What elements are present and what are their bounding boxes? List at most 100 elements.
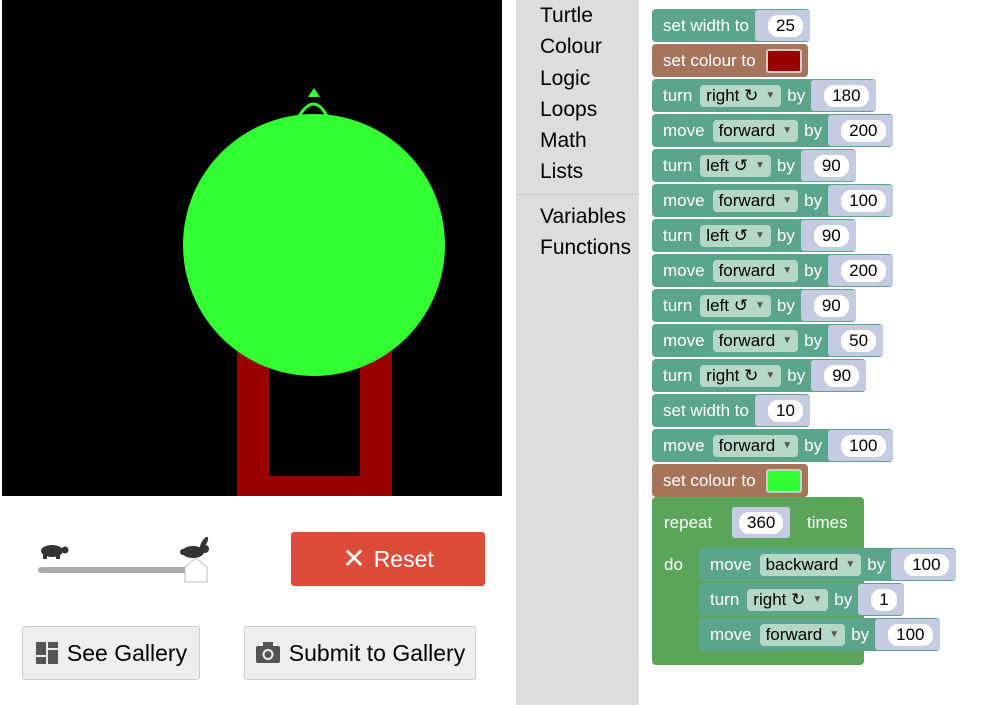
- toolbox: Turtle Colour Logic Loops Math Lists Var…: [516, 0, 639, 705]
- amount-input[interactable]: 1: [870, 587, 898, 612]
- direction-dropdown[interactable]: left ↺ ▼: [700, 294, 771, 317]
- blocks-workspace[interactable]: set width to 25 set colour to turn right ↻ ▼ b…: [639, 0, 995, 705]
- move-block[interactable]: move forward ▼ by 100: [652, 184, 893, 217]
- by-label: by: [804, 190, 823, 210]
- amount-input[interactable]: 90: [812, 293, 850, 318]
- turn-block[interactable]: turn left ↺ ▼ by 90: [652, 149, 856, 182]
- amount-slot: 180: [811, 80, 876, 111]
- speed-slider[interactable]: [30, 535, 215, 585]
- move-block[interactable]: move forward ▼ by 100: [652, 429, 893, 462]
- chevron-down-icon: ▼: [812, 594, 823, 605]
- toolbox-separator: [516, 194, 639, 195]
- move-label: move: [710, 554, 752, 574]
- move-label: move: [663, 190, 705, 210]
- set-colour-block[interactable]: set colour to: [652, 44, 808, 77]
- move-block[interactable]: move backward ▼ by 100: [699, 548, 956, 581]
- by-label: by: [787, 365, 806, 385]
- by-label: by: [776, 225, 795, 245]
- toolbox-item-functions[interactable]: Functions: [540, 236, 631, 260]
- amount-input[interactable]: 100: [887, 622, 934, 647]
- colour-swatch[interactable]: [765, 48, 802, 73]
- direction-label: left ↺: [706, 295, 748, 315]
- direction-dropdown[interactable]: forward ▼: [712, 434, 799, 457]
- move-label: move: [663, 435, 705, 455]
- chevron-down-icon: ▼: [829, 629, 840, 640]
- width-input[interactable]: 25: [767, 13, 804, 38]
- see-gallery-button[interactable]: See Gallery: [22, 626, 200, 680]
- by-label: by: [804, 330, 823, 350]
- move-block[interactable]: move forward ▼ by 50: [652, 324, 884, 357]
- direction-dropdown[interactable]: left ↺ ▼: [700, 154, 771, 177]
- slider-track[interactable]: [38, 567, 196, 573]
- direction-dropdown[interactable]: forward ▼: [712, 119, 799, 142]
- direction-dropdown[interactable]: forward ▼: [712, 189, 799, 212]
- set-colour-block[interactable]: set colour to: [652, 464, 808, 497]
- repeat-count-input[interactable]: 360: [738, 510, 785, 535]
- direction-label: left ↺: [706, 225, 748, 245]
- toolbox-item-loops[interactable]: Loops: [540, 98, 597, 122]
- toolbox-item-math[interactable]: Math: [540, 129, 587, 153]
- amount-slot: 200: [828, 255, 893, 286]
- chevron-down-icon: ▼: [782, 335, 793, 346]
- red-bottom-bar: [237, 476, 392, 496]
- direction-label: right ↻: [753, 589, 806, 609]
- amount-slot: 50: [828, 325, 884, 356]
- amount-input[interactable]: 90: [812, 223, 850, 248]
- toolbox-item-variables[interactable]: Variables: [540, 205, 626, 229]
- direction-dropdown[interactable]: forward ▼: [759, 623, 846, 646]
- direction-label: forward: [765, 624, 823, 644]
- colour-swatch[interactable]: [765, 468, 802, 493]
- amount-input[interactable]: 100: [903, 552, 950, 577]
- move-label: move: [663, 260, 705, 280]
- amount-input[interactable]: 200: [840, 258, 887, 283]
- move-block[interactable]: move forward ▼ by 100: [699, 618, 940, 651]
- amount-input[interactable]: 180: [823, 83, 870, 108]
- submit-gallery-label: Submit to Gallery: [288, 639, 466, 666]
- turn-block[interactable]: turn right ↻ ▼ by 180: [652, 79, 876, 112]
- turn-label: turn: [663, 225, 693, 245]
- move-block[interactable]: move forward ▼ by 200: [652, 254, 893, 287]
- direction-label: forward: [718, 435, 776, 455]
- amount-input[interactable]: 200: [840, 118, 887, 143]
- move-block[interactable]: move forward ▼ by 200: [652, 114, 893, 147]
- move-label: move: [710, 624, 752, 644]
- direction-dropdown[interactable]: right ↻ ▼: [700, 364, 782, 387]
- toolbox-item-turtle[interactable]: Turtle: [540, 4, 593, 28]
- direction-dropdown[interactable]: forward ▼: [712, 329, 799, 352]
- toolbox-item-colour[interactable]: Colour: [540, 35, 602, 59]
- amount-slot: 200: [828, 115, 893, 146]
- by-label: by: [776, 155, 795, 175]
- direction-dropdown[interactable]: forward ▼: [712, 259, 799, 282]
- by-label: by: [867, 554, 886, 574]
- direction-dropdown[interactable]: backward ▼: [759, 553, 862, 576]
- width-input[interactable]: 10: [767, 398, 804, 423]
- direction-dropdown[interactable]: left ↺ ▼: [700, 224, 771, 247]
- turn-block[interactable]: turn right ↻ ▼ by 90: [652, 359, 867, 392]
- set-width-label: set width to: [663, 15, 749, 35]
- by-label: by: [851, 624, 870, 644]
- direction-dropdown[interactable]: right ↻ ▼: [747, 588, 829, 611]
- toolbox-item-lists[interactable]: Lists: [540, 160, 583, 184]
- turtle-canvas: [2, 0, 502, 496]
- amount-input[interactable]: 100: [840, 188, 887, 213]
- amount-input[interactable]: 90: [812, 153, 850, 178]
- reset-button[interactable]: ✕ Reset: [291, 532, 485, 586]
- move-label: move: [663, 120, 705, 140]
- turn-block[interactable]: turn left ↺ ▼ by 90: [652, 219, 856, 252]
- amount-slot: 90: [811, 360, 867, 391]
- amount-input[interactable]: 50: [840, 328, 878, 353]
- direction-dropdown[interactable]: right ↻ ▼: [700, 84, 782, 107]
- by-label: by: [804, 435, 823, 455]
- turn-block[interactable]: turn right ↻ ▼ by 1: [699, 583, 904, 616]
- submit-gallery-button[interactable]: Submit to Gallery: [244, 626, 476, 680]
- reset-label: Reset: [373, 545, 434, 572]
- set-width-block[interactable]: set width to 10: [652, 394, 810, 427]
- green-circle: [183, 114, 445, 376]
- set-width-block[interactable]: set width to 25: [652, 9, 810, 42]
- direction-label: forward: [718, 330, 776, 350]
- toolbox-item-logic[interactable]: Logic: [540, 67, 590, 91]
- slider-knob[interactable]: [184, 557, 208, 583]
- turn-block[interactable]: turn left ↺ ▼ by 90: [652, 289, 856, 322]
- amount-input[interactable]: 100: [840, 433, 887, 458]
- amount-input[interactable]: 90: [823, 363, 861, 388]
